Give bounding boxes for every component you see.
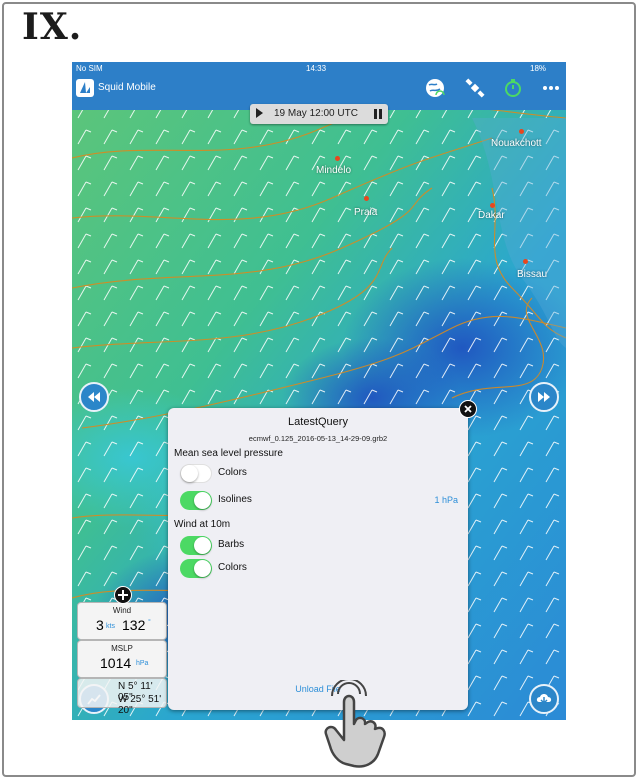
add-info-button[interactable] <box>114 586 132 604</box>
grib-layer-panel: LatestQuery ecmwf_0.125_2016-05-13_14-29… <box>168 408 468 710</box>
status-bar: No SIM 14:33 18% <box>72 62 566 76</box>
pause-icon[interactable] <box>374 109 382 119</box>
place-label-bissau: Bissau <box>517 269 548 280</box>
toggle-knob <box>181 465 198 482</box>
squid-logo-icon <box>76 79 94 97</box>
toggle-knob <box>194 492 211 509</box>
carrier-label: No SIM <box>76 64 103 73</box>
mslp-colors-label: Colors <box>218 467 247 478</box>
mslp-value: 1014 <box>100 655 132 671</box>
plus-icon <box>118 590 128 600</box>
wind-section-header: Wind at 10m <box>174 519 231 530</box>
app-title: Squid Mobile <box>98 82 156 93</box>
mslp-section-header: Mean sea level pressure <box>174 448 283 459</box>
ipad-screen: No SIM 14:33 18% Squid Mobile 19 May 12:… <box>72 62 566 720</box>
grib-filename: ecmwf_0.125_2016-05-13_14-29-09.grb2 <box>248 434 388 443</box>
rewind-icon <box>88 392 100 402</box>
wind-speed-unit: kts <box>106 623 115 630</box>
place-marker <box>490 203 495 208</box>
clock-label: 14:33 <box>306 64 327 73</box>
next-step-button[interactable] <box>529 382 559 412</box>
toggle-knob <box>194 560 211 577</box>
mslp-unit: hPa <box>136 660 149 667</box>
download-button[interactable] <box>529 684 559 714</box>
wind-colors-label: Colors <box>218 562 247 573</box>
fast-forward-icon <box>538 392 550 402</box>
play-icon[interactable] <box>256 108 263 118</box>
place-label-dakar: Dakar <box>478 210 505 221</box>
place-marker <box>364 196 369 201</box>
longitude-label: W 25° 51' 20" <box>118 694 162 716</box>
wind-info-title: Wind <box>112 606 132 615</box>
wind-info-card: Wind 3 kts 132 ° <box>77 602 167 640</box>
toggle-knob <box>194 537 211 554</box>
time-slider-bar[interactable]: 19 May 12:00 UTC <box>250 104 388 124</box>
barbs-toggle[interactable] <box>180 536 212 555</box>
mslp-info-card: MSLP 1014 hPa <box>77 640 167 678</box>
step-heading: IX. <box>22 6 83 48</box>
stopwatch-icon[interactable] <box>502 77 524 99</box>
coordinates-card: N 5° 11' 05" W 25° 51' 20" <box>77 678 167 716</box>
close-icon <box>464 405 472 413</box>
cloud-download-icon <box>536 694 552 705</box>
wind-direction-value: 132 <box>122 617 146 633</box>
wind-direction-unit: ° <box>148 619 151 626</box>
mslp-info-title: MSLP <box>111 644 133 653</box>
mslp-colors-toggle[interactable] <box>180 464 212 483</box>
forecast-time-label: 19 May 12:00 UTC <box>274 108 358 119</box>
globe-wifi-icon[interactable] <box>424 77 446 99</box>
isolines-label: Isolines <box>218 494 252 505</box>
place-label-mindelo: Mindelo <box>316 165 352 176</box>
place-marker <box>523 259 528 264</box>
place-marker <box>519 129 524 134</box>
previous-step-button[interactable] <box>79 382 109 412</box>
wind-colors-toggle[interactable] <box>180 559 212 578</box>
panel-title: LatestQuery <box>288 416 348 428</box>
more-icon[interactable] <box>540 77 562 99</box>
close-panel-button[interactable] <box>459 400 477 418</box>
battery-label: 18% <box>530 64 547 73</box>
isolines-interval-value[interactable]: 1 hPa <box>434 495 458 505</box>
wind-speed-value: 3 <box>96 617 104 633</box>
place-marker <box>335 156 340 161</box>
satellite-icon[interactable] <box>464 77 486 99</box>
barbs-label: Barbs <box>218 539 245 550</box>
tap-hand-icon <box>324 680 386 768</box>
place-label-nouakchott: Nouakchott <box>491 138 542 149</box>
place-label-praia: Praia <box>354 207 378 218</box>
isolines-toggle[interactable] <box>180 491 212 510</box>
